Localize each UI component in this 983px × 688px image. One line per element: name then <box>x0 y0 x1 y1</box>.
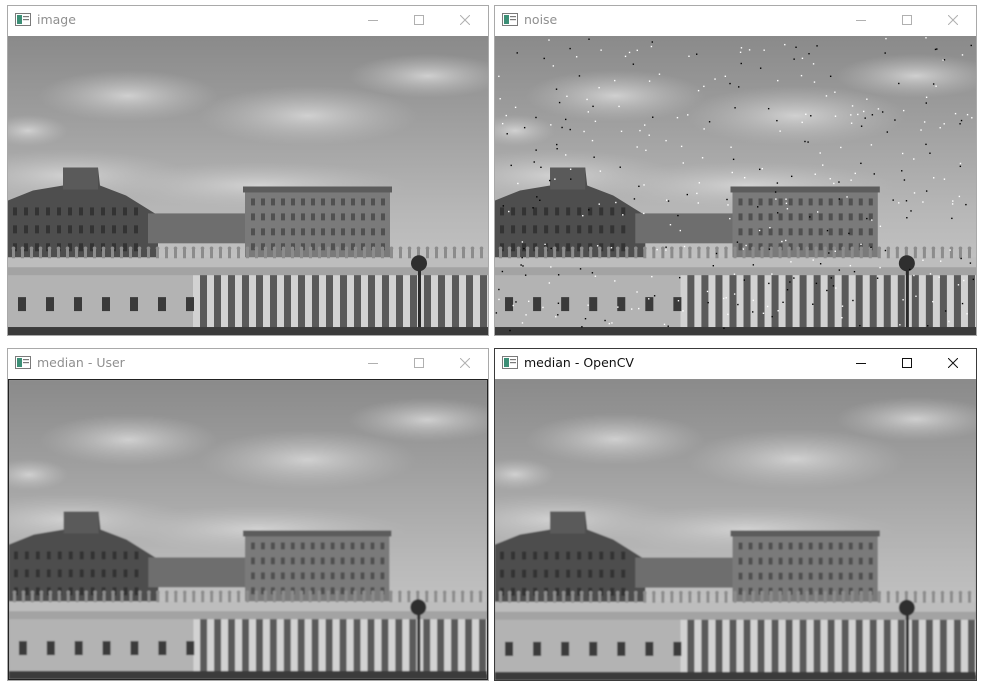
image-canvas[interactable] <box>495 36 976 335</box>
minimize-icon <box>856 20 866 21</box>
maximize-icon <box>902 15 912 25</box>
photo-building-noisy <box>495 36 976 335</box>
window-title: image <box>37 12 76 27</box>
minimize-button[interactable] <box>838 349 884 377</box>
maximize-button[interactable] <box>396 349 442 377</box>
maximize-icon <box>414 358 424 368</box>
close-icon <box>460 15 470 25</box>
window-median-user[interactable]: median - User <box>7 348 489 681</box>
close-button[interactable] <box>930 6 976 34</box>
app-icon <box>502 13 518 26</box>
title-bar[interactable]: noise <box>495 6 976 37</box>
app-icon <box>15 356 31 369</box>
maximize-icon <box>902 358 912 368</box>
window-title: noise <box>524 12 558 27</box>
photo-building-filtered <box>495 379 976 680</box>
close-icon <box>948 15 958 25</box>
window-median-opencv[interactable]: median - OpenCV <box>494 348 977 681</box>
maximize-icon <box>414 15 424 25</box>
maximize-button[interactable] <box>884 6 930 34</box>
window-title: median - User <box>37 355 125 370</box>
close-button[interactable] <box>930 349 976 377</box>
window-noise[interactable]: noise <box>494 5 977 336</box>
image-canvas[interactable] <box>8 379 488 680</box>
window-image[interactable]: image <box>7 5 489 336</box>
title-bar[interactable]: median - OpenCV <box>495 349 976 380</box>
image-canvas[interactable] <box>8 36 488 335</box>
app-icon <box>502 356 518 369</box>
app-icon <box>15 13 31 26</box>
title-bar[interactable]: median - User <box>8 349 488 380</box>
photo-building-filtered <box>9 380 487 679</box>
maximize-button[interactable] <box>396 6 442 34</box>
minimize-button[interactable] <box>838 6 884 34</box>
maximize-button[interactable] <box>884 349 930 377</box>
window-title: median - OpenCV <box>524 355 634 370</box>
minimize-icon <box>856 363 866 364</box>
photo-building <box>8 36 488 335</box>
minimize-icon <box>368 20 378 21</box>
image-canvas[interactable] <box>495 379 976 680</box>
close-icon <box>948 358 958 368</box>
close-button[interactable] <box>442 349 488 377</box>
minimize-icon <box>368 363 378 364</box>
title-bar[interactable]: image <box>8 6 488 37</box>
minimize-button[interactable] <box>350 6 396 34</box>
minimize-button[interactable] <box>350 349 396 377</box>
close-icon <box>460 358 470 368</box>
close-button[interactable] <box>442 6 488 34</box>
